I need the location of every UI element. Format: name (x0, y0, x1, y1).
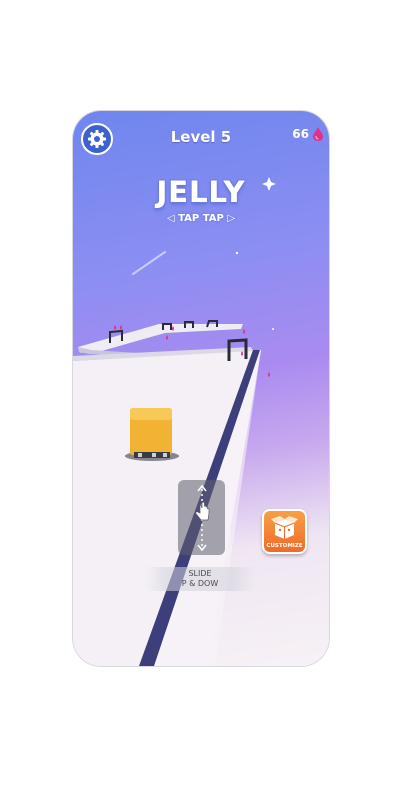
swipe-hint-panel (178, 480, 225, 555)
customize-label: CUSTOMIZE (266, 543, 303, 549)
logo-subtitle-text: TAP TAP (178, 213, 224, 224)
game-logo: JELLY ◁ TAP TAP ▷ (151, 175, 251, 235)
top-bar: Level 5 66 (73, 111, 329, 161)
game-screen[interactable]: Level 5 66 JELLY ◁ TAP TAP ▷ SLIDE P & D… (73, 111, 329, 666)
hint-line-2: P & DOW (181, 579, 219, 588)
shooting-star (132, 251, 166, 275)
gear-icon (88, 130, 106, 148)
jelly-cube (125, 408, 179, 461)
logo-subtitle: ◁ TAP TAP ▷ (151, 213, 251, 224)
drop-icon (313, 127, 323, 141)
arrow-right-icon: ▷ (227, 213, 236, 224)
arrow-left-icon: ◁ (166, 213, 175, 224)
swipe-hint-text: SLIDE P & DOW (145, 567, 255, 591)
hint-line-1: SLIDE (188, 569, 212, 578)
drops-counter: 66 (292, 127, 323, 141)
level-label: Level 5 (170, 128, 232, 146)
customize-button[interactable]: CUSTOMIZE (262, 509, 307, 554)
drops-count: 66 (292, 127, 309, 141)
swipe-hand-icon (194, 484, 209, 551)
logo-title: JELLY (156, 175, 246, 209)
settings-button[interactable] (81, 123, 113, 155)
box-icon (271, 516, 298, 539)
